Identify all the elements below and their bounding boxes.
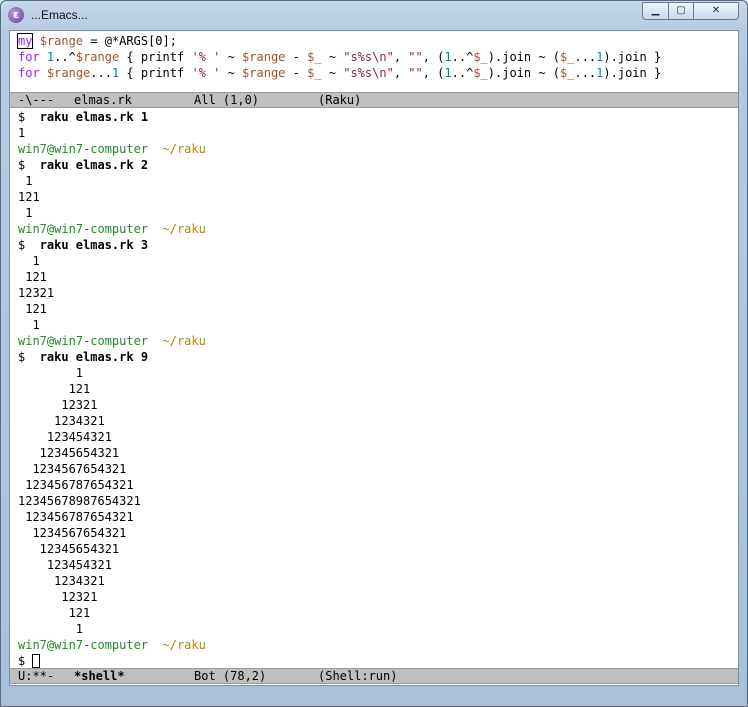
- mode-line-position: All (1,0): [194, 93, 260, 107]
- code-buffer[interactable]: my $range = @*ARGS[0]; for 1..^$range { …: [10, 31, 738, 92]
- emacs-icon[interactable]: ɛ: [8, 7, 24, 23]
- prompt-directory: ~/raku: [162, 222, 206, 236]
- keyword: my: [16, 33, 34, 49]
- mode-line-status: U:**-: [18, 669, 55, 683]
- shell-output-line: 12345654321: [18, 542, 120, 556]
- emacs-frame[interactable]: my $range = @*ARGS[0]; for 1..^$range { …: [9, 30, 739, 686]
- shell-output-line: 123454321: [18, 558, 112, 572]
- prompt-user: win7@win7-computer: [18, 334, 149, 348]
- mode-line-mode: (Raku): [318, 93, 362, 107]
- shell-output-line: 123456787654321: [18, 478, 134, 492]
- shell-output-line: 1234321: [18, 574, 105, 588]
- shell-prompt-line: win7@win7-computer ~/raku: [18, 141, 206, 157]
- shell-output-line: 1: [18, 622, 84, 636]
- shell-command-line: $ raku elmas.rk 2: [18, 157, 148, 173]
- shell-command-line: $ raku elmas.rk 1: [18, 109, 148, 125]
- shell-command: raku elmas.rk 1: [39, 110, 149, 124]
- code-line-3: for $range...1 { printf '% ' ~ $range - …: [18, 66, 662, 80]
- shell-output-line: 123454321: [18, 430, 112, 444]
- shell-output-line: 121: [18, 190, 40, 204]
- shell-command-line: $ raku elmas.rk 9: [18, 349, 148, 365]
- prompt-directory: ~/raku: [162, 638, 206, 652]
- window-title: ...Emacs...: [31, 8, 88, 22]
- prompt-user: win7@win7-computer: [18, 142, 149, 156]
- shell-output-line: 1234321: [18, 414, 105, 428]
- shell-buffer[interactable]: $ raku elmas.rk 1 1 win7@win7-computer ~/r…: [10, 108, 738, 669]
- mode-line-mode: (Shell:run): [318, 669, 398, 683]
- shell-command-line: $ raku elmas.rk 3: [18, 237, 148, 253]
- shell-output-line: 12345678987654321: [18, 494, 141, 508]
- shell-output-line: 12321: [18, 398, 98, 412]
- mode-line-position: Bot (78,2): [194, 669, 267, 683]
- shell-command: raku elmas.rk 2: [39, 158, 149, 172]
- shell-output-line: 121: [18, 382, 91, 396]
- shell-output-line: 121: [18, 270, 47, 284]
- shell-output-line: 1: [18, 366, 84, 380]
- code-line-1: my $range = @*ARGS[0];: [16, 33, 177, 49]
- shell-prompt-line: win7@win7-computer ~/raku: [18, 333, 206, 349]
- code-line-2: for 1..^$range { printf '% ' ~ $range - …: [18, 50, 662, 64]
- shell-command: raku elmas.rk 9: [39, 350, 149, 364]
- shell-prompt-line: win7@win7-computer ~/raku: [18, 637, 206, 653]
- prompt-directory: ~/raku: [162, 142, 206, 156]
- mode-line-buffer-name: elmas.rk: [74, 93, 132, 107]
- prompt-directory: ~/raku: [162, 334, 206, 348]
- shell-output-line: 123456787654321: [18, 510, 134, 524]
- shell-command: raku elmas.rk 3: [39, 238, 149, 252]
- shell-output-line: 12321: [18, 590, 98, 604]
- mode-line-status: -\---: [18, 93, 55, 107]
- shell-output-line: 1: [18, 318, 40, 332]
- title-bar[interactable]: ɛ ...Emacs... ▁ ▢ ✕: [1, 1, 747, 30]
- mode-line-buffer-name: *shell*: [74, 669, 125, 683]
- shell-prompt-line: win7@win7-computer ~/raku: [18, 221, 206, 237]
- shell-input-line[interactable]: $: [18, 653, 41, 669]
- shell-output-line: 121: [18, 302, 47, 316]
- shell-output-line: 12345654321: [18, 446, 120, 460]
- shell-output-line: 12321: [18, 286, 55, 300]
- prompt-user: win7@win7-computer: [18, 638, 149, 652]
- shell-output-line: 1234567654321: [18, 526, 127, 540]
- shell-output-line: 121: [18, 606, 91, 620]
- close-button[interactable]: ✕: [693, 2, 739, 20]
- text-cursor: [32, 654, 41, 668]
- shell-output-line: 1234567654321: [18, 462, 127, 476]
- emacs-window: ɛ ...Emacs... ▁ ▢ ✕ my $range = @*ARGS[0…: [0, 0, 748, 707]
- shell-output-line: 1: [18, 254, 40, 268]
- prompt-user: win7@win7-computer: [18, 222, 149, 236]
- mode-line-code[interactable]: -\--- elmas.rk All (1,0) (Raku): [10, 92, 738, 108]
- shell-output-line: 1: [18, 126, 26, 140]
- minimize-button[interactable]: ▁: [642, 2, 669, 20]
- shell-output-line: 1: [18, 206, 33, 220]
- shell-output-line: 1: [18, 174, 33, 188]
- maximize-button[interactable]: ▢: [668, 2, 694, 20]
- mode-line-shell[interactable]: U:**- *shell* Bot (78,2) (Shell:run): [10, 668, 738, 684]
